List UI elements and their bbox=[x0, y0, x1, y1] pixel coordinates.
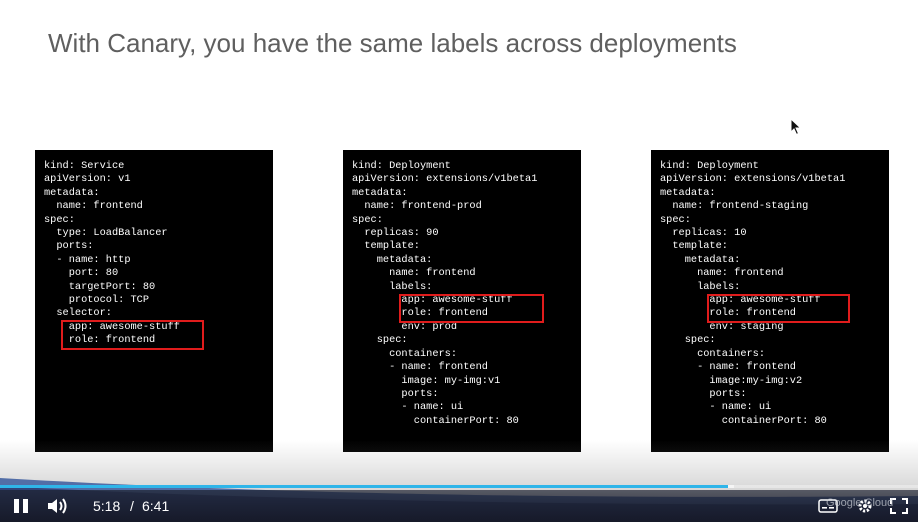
prod-labels-highlight-box bbox=[399, 294, 544, 323]
time-separator: / bbox=[130, 498, 134, 514]
duration: 6:41 bbox=[142, 498, 170, 514]
mouse-cursor-icon bbox=[790, 118, 802, 136]
progress-played bbox=[0, 485, 728, 488]
video-progress-bar[interactable] bbox=[0, 485, 918, 488]
current-time: 5:18 bbox=[93, 498, 121, 514]
google-cloud-watermark: Google Cloud bbox=[826, 497, 894, 509]
selector-highlight-box bbox=[61, 320, 204, 350]
pause-icon[interactable] bbox=[12, 498, 30, 514]
code-panel-service: kind: Service apiVersion: v1 metadata: n… bbox=[35, 150, 273, 452]
slide-title: With Canary, you have the same labels ac… bbox=[48, 28, 737, 58]
volume-icon[interactable] bbox=[46, 497, 70, 515]
staging-labels-highlight-box bbox=[707, 294, 850, 323]
video-controls-bar: 5:18 / 6:41 bbox=[0, 490, 918, 522]
